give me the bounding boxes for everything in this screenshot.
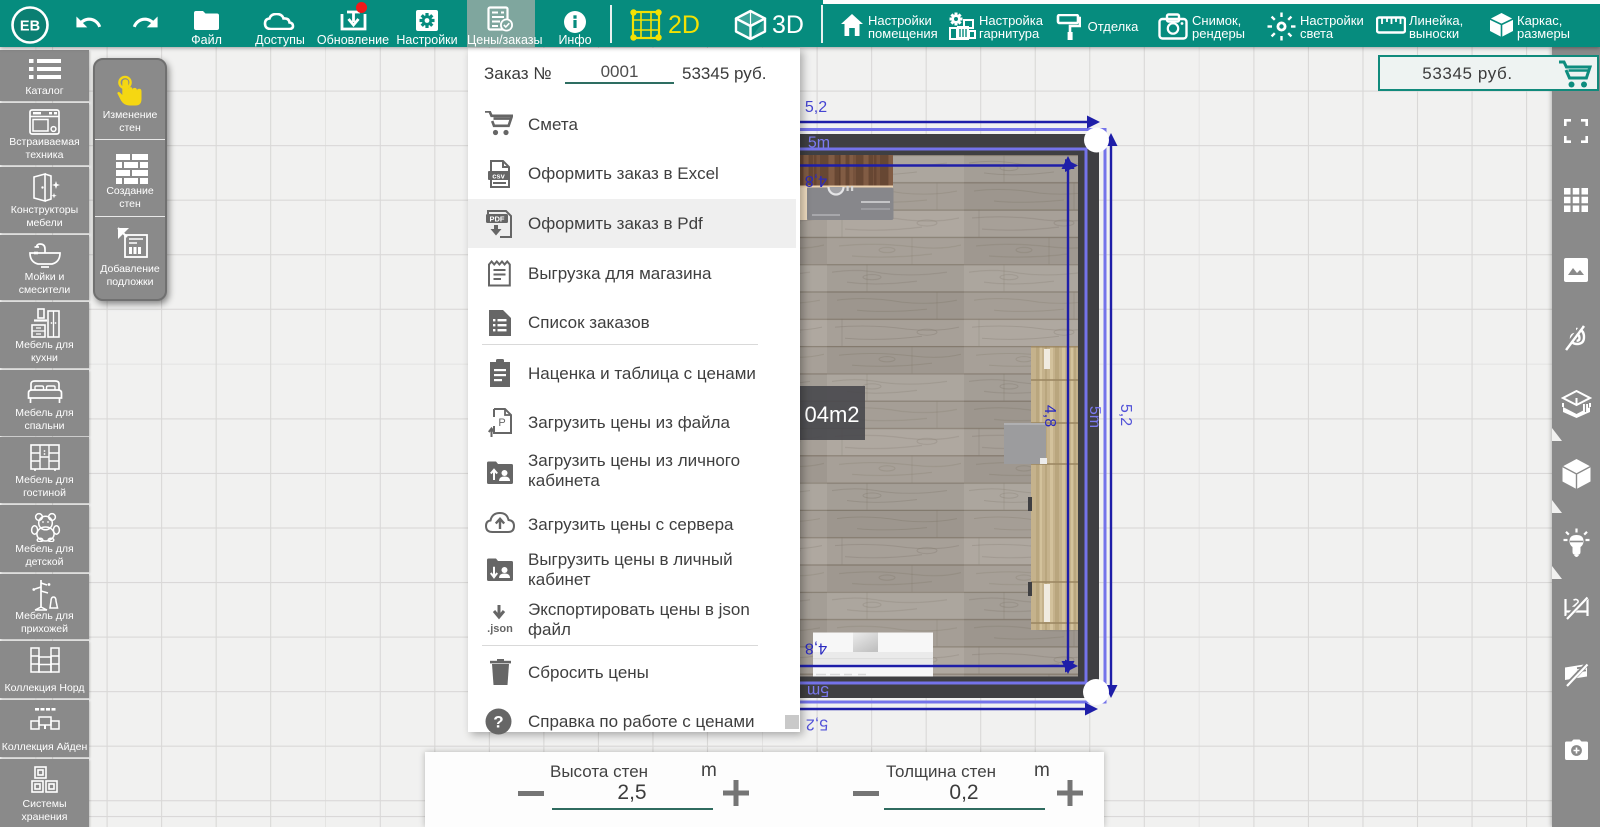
svg-text:5m: 5m xyxy=(1086,406,1103,428)
svg-text:?: ? xyxy=(493,713,503,732)
svg-text:5m: 5m xyxy=(807,682,829,699)
svg-text:4,8: 4,8 xyxy=(805,172,827,189)
svg-text:4,8: 4,8 xyxy=(1041,405,1058,427)
svg-text:P: P xyxy=(498,417,505,429)
svg-text:.json: .json xyxy=(487,623,513,635)
svg-text:04m2: 04m2 xyxy=(804,402,859,427)
svg-text:5,2: 5,2 xyxy=(806,716,828,733)
svg-text:csv: csv xyxy=(492,171,505,180)
svg-text:5,2: 5,2 xyxy=(1117,404,1134,426)
svg-text:PDF: PDF xyxy=(490,215,505,224)
svg-text:5m: 5m xyxy=(808,135,830,152)
svg-text:4,8: 4,8 xyxy=(805,640,827,657)
svg-text:5,2: 5,2 xyxy=(805,99,827,116)
svg-text:EB: EB xyxy=(20,19,40,35)
